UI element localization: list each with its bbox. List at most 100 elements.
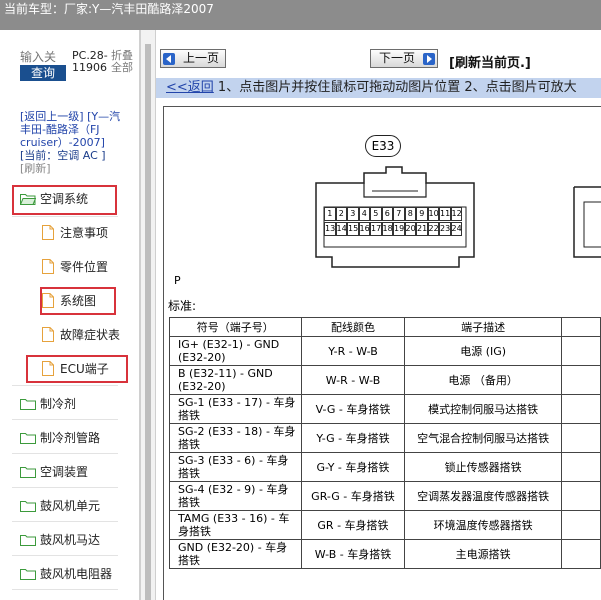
back-parent-link[interactable]: [返回上一级] bbox=[20, 110, 84, 123]
instruction-text: 1、点击图片并按住鼠标可拖动动图片位置 2、点击图片可放大 bbox=[213, 80, 577, 95]
pin-label: 1 bbox=[324, 207, 336, 221]
table-header-row: 符号（端子号） 配线颜色 端子描述 bbox=[169, 317, 601, 337]
panel-splitter[interactable] bbox=[140, 30, 156, 600]
prev-page-button[interactable]: 上一页 bbox=[160, 49, 226, 68]
table-cell bbox=[560, 365, 601, 395]
table-cell: B (E32-11) - GND (E32-20) bbox=[169, 365, 302, 395]
pin-label: 16 bbox=[358, 222, 370, 236]
table-cell: 模式控制伺服马达搭铁 bbox=[404, 394, 562, 424]
tree-folder-blower-motor[interactable]: 鼓风机马达 bbox=[20, 527, 100, 553]
highlight-box bbox=[26, 355, 128, 383]
tree-folder-refrigerant-lines[interactable]: 制冷剂管路 bbox=[20, 425, 100, 451]
table-row: GND (E32-20) - 车身搭铁 W-B - 车身搭铁 主电源搭铁 bbox=[169, 539, 601, 569]
table-cell: 主电源搭铁 bbox=[404, 539, 562, 569]
folder-icon bbox=[20, 433, 36, 444]
tree-doc-precautions[interactable]: 注意事项 bbox=[42, 220, 108, 246]
connector-drawing bbox=[315, 166, 601, 268]
table-row: SG-3 (E33 - 6) - 车身搭铁 G-Y - 车身搭铁 锁止传感器搭铁 bbox=[169, 452, 601, 482]
content-panel: 上一页 下一页 [刷新当前页.] <<返回 1、点击图片并按住鼠标可拖动动图片位… bbox=[156, 30, 601, 600]
table-cell: W-R - W-B bbox=[300, 365, 406, 395]
table-cell: W-B - 车身搭铁 bbox=[300, 539, 406, 569]
refresh-link[interactable]: [刷新] bbox=[20, 162, 51, 175]
pin-label: 15 bbox=[347, 222, 359, 236]
tree-doc-part-location[interactable]: 零件位置 bbox=[42, 254, 108, 280]
folder-icon bbox=[20, 535, 36, 546]
table-cell: GR - 车身搭铁 bbox=[300, 510, 406, 540]
highlight-box bbox=[40, 287, 116, 315]
table-cell: IG+ (E32-1) - GND (E32-20) bbox=[169, 336, 302, 366]
folder-icon bbox=[20, 501, 36, 512]
scrollbar-thumb[interactable] bbox=[145, 44, 151, 600]
table-row: B (E32-11) - GND (E32-20) W-R - W-B 电源 （备用… bbox=[169, 365, 601, 395]
table-cell: TAMG (E33 - 16) - 车身搭铁 bbox=[169, 510, 302, 540]
divider bbox=[12, 419, 118, 420]
pin-label: 9 bbox=[416, 207, 428, 221]
pin-label: 20 bbox=[404, 222, 416, 236]
search-button[interactable]: 查询 bbox=[20, 65, 66, 81]
pin-label: 21 bbox=[416, 222, 428, 236]
vehicle-label: 当前车型： bbox=[4, 2, 65, 16]
divider bbox=[12, 453, 118, 454]
left-panel: 查询 PC.28- 11906 折叠 全部 [返回上一级] [Y—汽丰田-酷路泽… bbox=[0, 30, 140, 600]
divider bbox=[12, 216, 118, 217]
table-cell bbox=[560, 452, 601, 482]
pin-label: 13 bbox=[324, 222, 336, 236]
version-text: PC.28- 11906 bbox=[72, 49, 108, 74]
standard-label: 标准: bbox=[168, 299, 197, 313]
column-header: 配线颜色 bbox=[300, 317, 406, 337]
table-cell bbox=[560, 510, 601, 540]
table-cell bbox=[560, 481, 601, 511]
divider bbox=[12, 521, 118, 522]
tree-doc-symptom-table[interactable]: 故障症状表 bbox=[42, 322, 120, 348]
column-header: 端子描述 bbox=[404, 317, 562, 337]
tree-folder-blower-unit[interactable]: 鼓风机单元 bbox=[20, 493, 100, 519]
table-cell: 空气混合控制伺服马达搭铁 bbox=[404, 423, 562, 453]
divider bbox=[12, 589, 118, 590]
column-header bbox=[560, 317, 601, 337]
tree-folder-refrigerant[interactable]: 制冷剂 bbox=[20, 391, 76, 417]
pin-label: 19 bbox=[393, 222, 405, 236]
pin-label: 8 bbox=[404, 207, 416, 221]
pin-label: 4 bbox=[358, 207, 370, 221]
table-cell: SG-4 (E32 - 9) - 车身搭铁 bbox=[169, 481, 302, 511]
table-row: IG+ (E32-1) - GND (E32-20) Y-R - W-B 电源 (I… bbox=[169, 336, 601, 366]
instruction-bar: <<返回 1、点击图片并按住鼠标可拖动动图片位置 2、点击图片可放大 bbox=[156, 78, 601, 98]
vehicle-name: 厂家:Y—汽丰田酷路泽2007 bbox=[64, 2, 214, 16]
table-cell: GR-G - 车身搭铁 bbox=[300, 481, 406, 511]
document-icon bbox=[42, 327, 54, 342]
folder-icon bbox=[20, 399, 36, 410]
document-icon bbox=[42, 259, 54, 274]
table-cell: Y-G - 车身搭铁 bbox=[300, 423, 406, 453]
next-page-button[interactable]: 下一页 bbox=[370, 49, 438, 68]
pin-label: 2 bbox=[335, 207, 347, 221]
diagram-image[interactable]: E33 1 2 3 4 5 6 7 8 9 10 11 12 13 14 15 bbox=[163, 106, 601, 600]
pin-label: 11 bbox=[439, 207, 451, 221]
tree-folder-blower-resistor[interactable]: 鼓风机电阻器 bbox=[20, 561, 112, 587]
refresh-page-link[interactable]: [刷新当前页.] bbox=[449, 52, 531, 71]
table-cell: Y-R - W-B bbox=[300, 336, 406, 366]
collapse-all-link[interactable]: 折叠 全部 bbox=[111, 50, 139, 74]
pin-grid: 1 2 3 4 5 6 7 8 9 10 11 12 13 14 15 16 1… bbox=[324, 207, 462, 236]
pin-label: 22 bbox=[427, 222, 439, 236]
table-cell: 环境温度传感器搭铁 bbox=[404, 510, 562, 540]
divider bbox=[12, 555, 118, 556]
pin-label: 24 bbox=[450, 222, 462, 236]
back-link[interactable]: <<返回 bbox=[166, 80, 214, 95]
pin-label: 23 bbox=[439, 222, 451, 236]
divider bbox=[12, 487, 118, 488]
folder-icon bbox=[20, 569, 36, 580]
table-row: SG-1 (E33 - 17) - 车身搭铁 V-G - 车身搭铁 模式控制伺服马达… bbox=[169, 394, 601, 424]
table-row: TAMG (E33 - 16) - 车身搭铁 GR - 车身搭铁 环境温度传感器搭铁 bbox=[169, 510, 601, 540]
pin-label: 17 bbox=[370, 222, 382, 236]
pin-label: 7 bbox=[393, 207, 405, 221]
terminal-table: 符号（端子号） 配线颜色 端子描述 IG+ (E32-1) - GND (E32… bbox=[169, 317, 601, 569]
folder-icon bbox=[20, 467, 36, 478]
tree-folder-ac-unit[interactable]: 空调装置 bbox=[20, 459, 88, 485]
search-input[interactable] bbox=[20, 50, 66, 64]
pin-label: 3 bbox=[347, 207, 359, 221]
view-label: P bbox=[174, 274, 181, 287]
divider bbox=[12, 385, 118, 386]
table-cell: 电源 (IG) bbox=[404, 336, 562, 366]
table-cell bbox=[560, 394, 601, 424]
table-cell bbox=[560, 539, 601, 569]
